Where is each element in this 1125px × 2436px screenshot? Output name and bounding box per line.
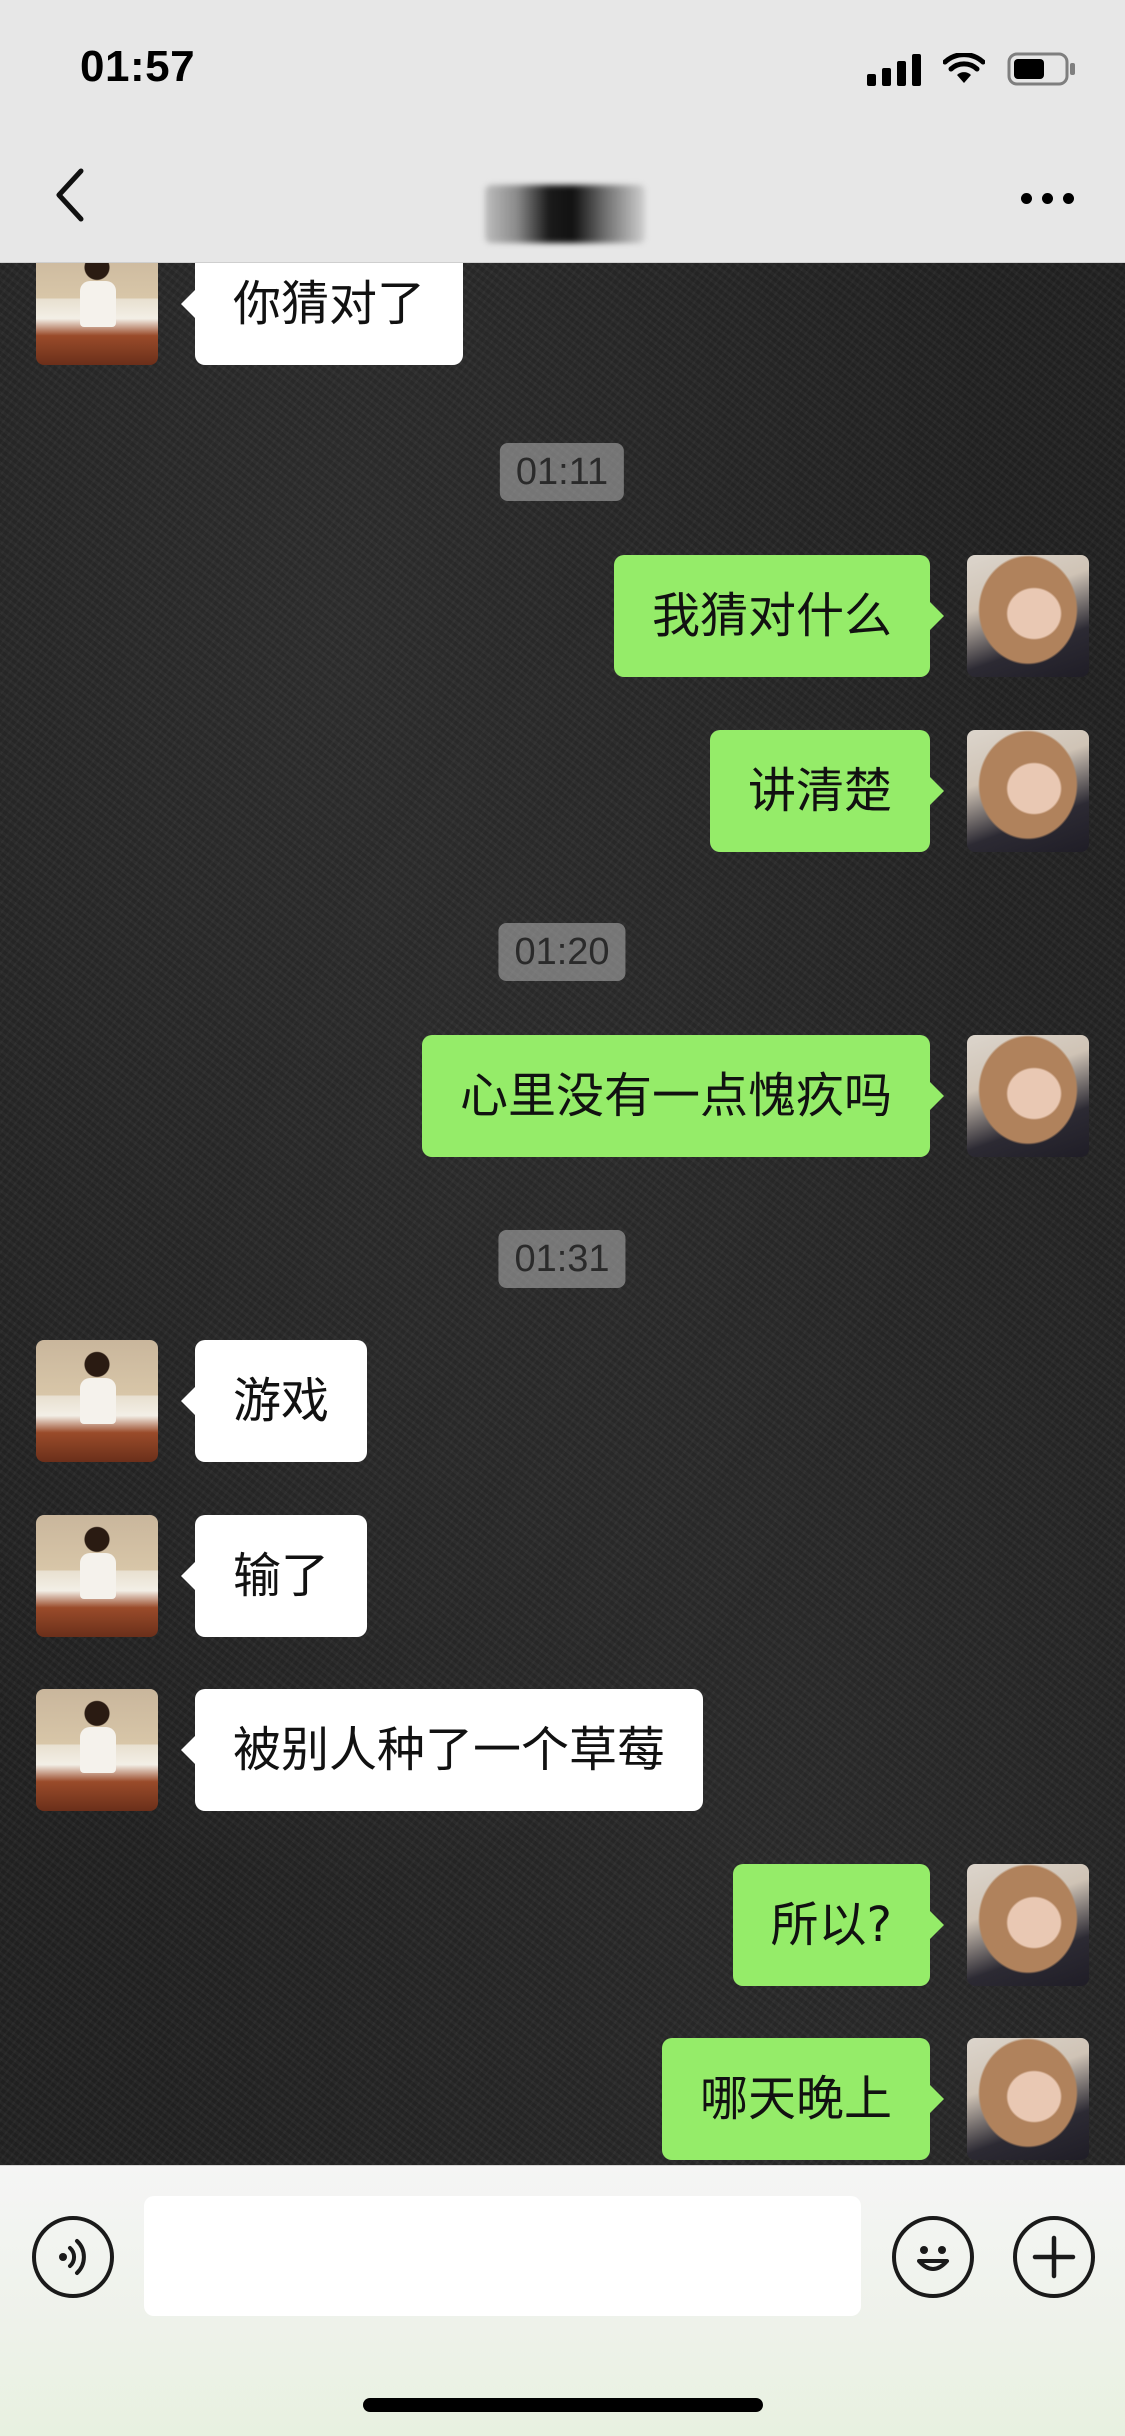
voice-icon <box>59 2239 86 2275</box>
message-bubble-sent[interactable]: 讲清楚 <box>709 730 945 852</box>
message-bubble-received[interactable]: 你猜对了 <box>180 263 464 365</box>
contact-avatar[interactable] <box>36 1515 158 1637</box>
message-bubble-sent[interactable]: 哪天晚上 <box>661 2038 945 2160</box>
message-timestamp: 01:20 <box>498 923 626 981</box>
top-bar: 01:57 <box>0 0 1125 263</box>
plus-icon <box>1032 2235 1076 2279</box>
chat-title-redacted <box>485 185 645 243</box>
input-bar <box>0 2165 1125 2436</box>
user-avatar[interactable] <box>967 1035 1089 1157</box>
message-bubble-received[interactable]: 被别人种了一个草莓 <box>180 1689 704 1811</box>
message-bubble-sent[interactable]: 所以? <box>732 1864 945 1986</box>
message-bubble-sent[interactable]: 我猜对什么 <box>613 555 945 677</box>
contact-avatar[interactable] <box>36 1340 158 1462</box>
user-avatar[interactable] <box>967 1864 1089 1986</box>
status-time: 01:57 <box>80 42 196 91</box>
contact-avatar[interactable] <box>36 263 158 365</box>
user-avatar[interactable] <box>967 730 1089 852</box>
message-timestamp: 01:31 <box>498 1230 626 1288</box>
more-dots-icon <box>1020 192 1032 204</box>
more-actions-button[interactable] <box>1013 2216 1095 2298</box>
contact-avatar[interactable] <box>36 1689 158 1811</box>
back-button[interactable] <box>40 160 100 230</box>
chat-messages[interactable]: 你猜对了 01:11 我猜对什么 讲清楚 01:20 心里没有一点愧疚吗 01:… <box>0 263 1125 2165</box>
user-avatar[interactable] <box>967 2038 1089 2160</box>
more-options-button[interactable] <box>1007 170 1087 226</box>
user-avatar[interactable] <box>967 555 1089 677</box>
chevron-left-icon <box>56 168 84 222</box>
signal-icon <box>867 52 921 86</box>
message-input[interactable] <box>144 2196 861 2316</box>
voice-input-button[interactable] <box>32 2216 114 2298</box>
message-bubble-received[interactable]: 游戏 <box>180 1340 368 1462</box>
message-bubble-sent[interactable]: 心里没有一点愧疚吗 <box>421 1035 945 1157</box>
wifi-icon <box>943 53 985 85</box>
message-timestamp: 01:11 <box>499 443 625 501</box>
emoji-icon <box>917 2246 949 2271</box>
message-bubble-received[interactable]: 输了 <box>180 1515 368 1637</box>
emoji-button[interactable] <box>892 2216 974 2298</box>
status-icons <box>867 46 1077 92</box>
home-indicator[interactable] <box>363 2398 763 2412</box>
battery-icon <box>1007 52 1077 86</box>
